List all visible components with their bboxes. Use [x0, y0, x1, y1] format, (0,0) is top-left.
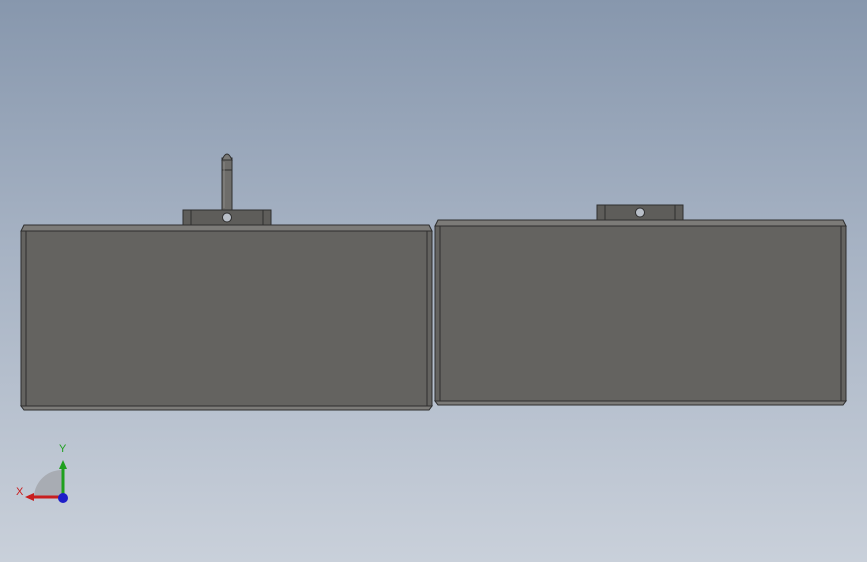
triad-icon — [25, 460, 68, 503]
left-bracket — [182, 209, 272, 226]
model-scene[interactable] — [0, 0, 867, 562]
right-enclosure[interactable] — [434, 204, 847, 406]
graphics-viewport[interactable]: X Y — [0, 0, 867, 562]
y-axis-label: Y — [59, 443, 67, 455]
orientation-triad[interactable]: X Y — [10, 440, 80, 510]
x-axis-label: X — [16, 486, 24, 498]
left-enclosure[interactable] — [20, 153, 433, 411]
knob-shaft — [221, 153, 233, 211]
right-bracket — [596, 204, 684, 221]
